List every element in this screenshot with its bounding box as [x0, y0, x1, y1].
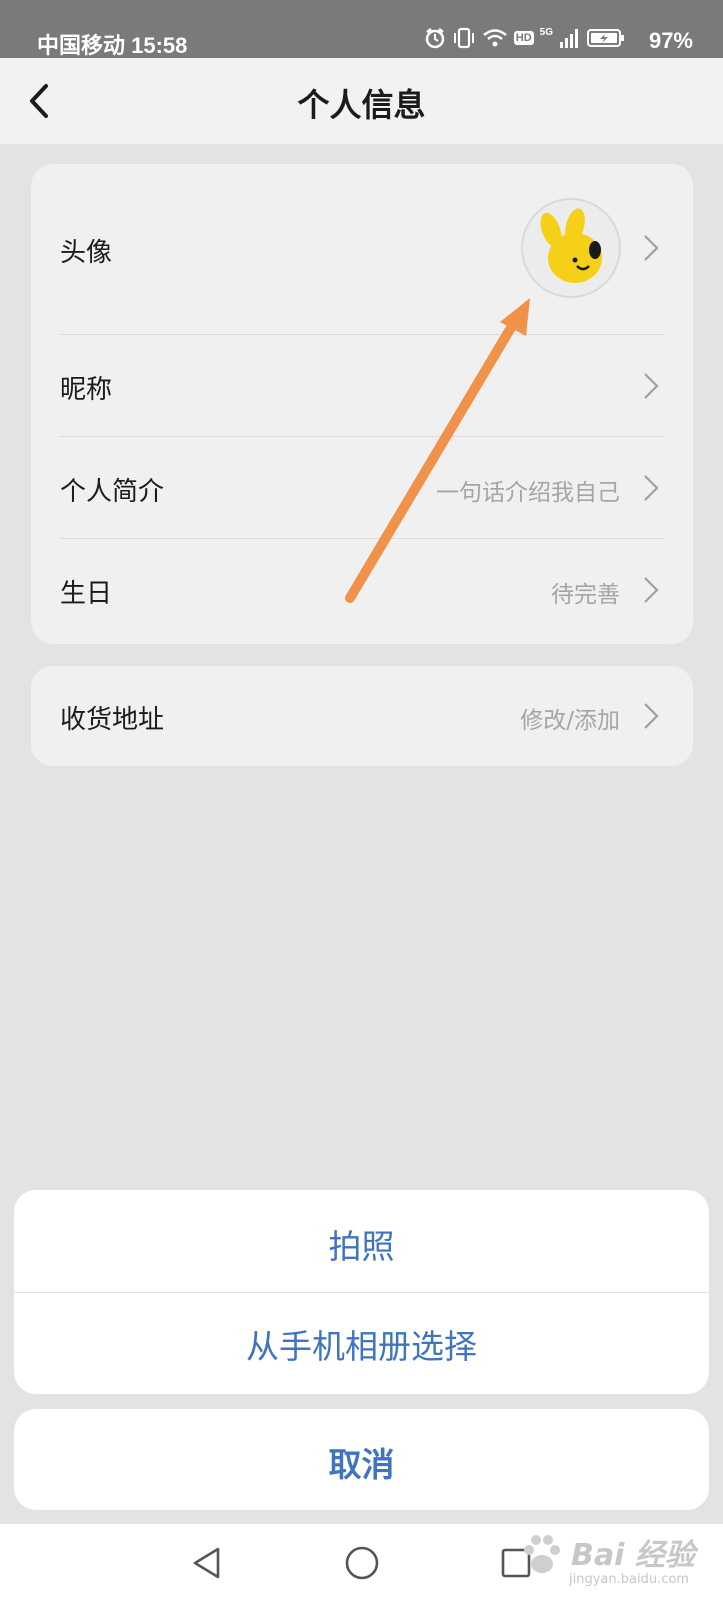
cancel-sheet: 取消 — [14, 1409, 709, 1510]
watermark-url: jingyan.baidu.com — [569, 1572, 689, 1587]
choose-from-album-button[interactable]: 从手机相册选择 — [14, 1320, 709, 1368]
cancel-button[interactable]: 取消 — [14, 1438, 709, 1486]
divider — [14, 1292, 709, 1293]
watermark-text: Bai 经验 — [571, 1538, 695, 1573]
nav-home-icon[interactable] — [344, 1545, 380, 1581]
baidu-jingyan-watermark: Bai 经验 jingyan.baidu.com — [513, 1524, 709, 1598]
nav-back-icon[interactable] — [190, 1546, 224, 1580]
take-photo-button[interactable]: 拍照 — [14, 1220, 709, 1268]
action-sheet: 拍照 从手机相册选择 — [14, 1190, 709, 1394]
paw-logo-icon — [524, 1535, 560, 1573]
